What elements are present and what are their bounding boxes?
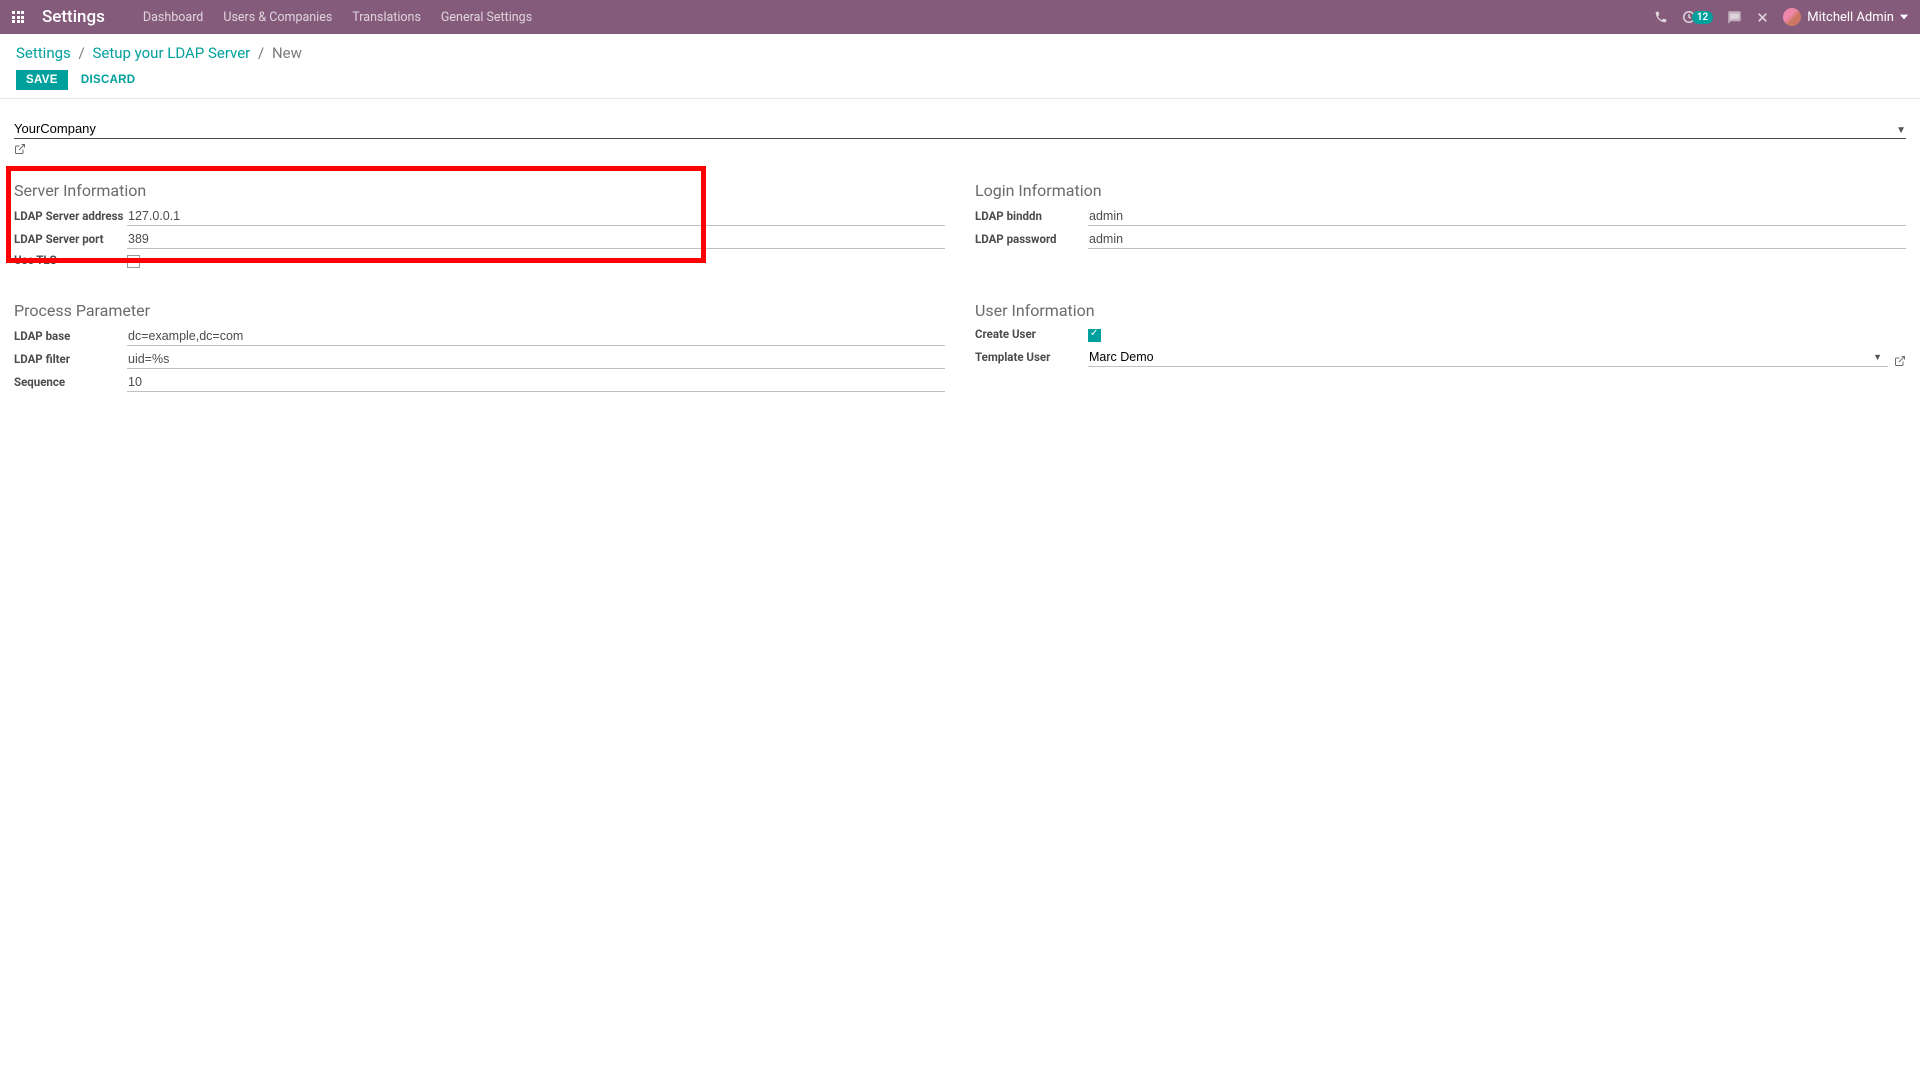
nav-links: Dashboard Users & Companies Translations… [133, 2, 542, 33]
ldap-base-label: LDAP base [14, 329, 127, 346]
control-panel: Settings / Setup your LDAP Server / New … [0, 34, 1920, 99]
ldap-password-input[interactable] [1088, 230, 1906, 249]
ldap-filter-input[interactable] [127, 350, 945, 369]
breadcrumb-parent[interactable]: Setup your LDAP Server [92, 44, 250, 62]
ldap-address-input[interactable] [127, 207, 945, 226]
avatar [1783, 8, 1801, 26]
nav-users-companies[interactable]: Users & Companies [213, 2, 342, 33]
create-user-checkbox[interactable] [1088, 329, 1101, 342]
nav-general-settings[interactable]: General Settings [431, 2, 542, 33]
company-input[interactable] [14, 119, 1890, 139]
sequence-input[interactable] [127, 373, 945, 392]
breadcrumb: Settings / Setup your LDAP Server / New [16, 44, 1904, 62]
messages-icon[interactable] [1727, 10, 1742, 25]
create-user-label: Create User [975, 327, 1088, 344]
login-information-group: Login Information LDAP binddn LDAP passw… [975, 177, 1906, 273]
nav-translations[interactable]: Translations [342, 2, 431, 33]
ldap-address-label: LDAP Server address [14, 209, 127, 226]
template-user-caret[interactable]: ▼ [1867, 352, 1888, 367]
phone-icon[interactable] [1654, 10, 1668, 24]
discard-button[interactable]: Discard [71, 70, 146, 90]
nav-dashboard[interactable]: Dashboard [133, 2, 213, 33]
breadcrumb-root[interactable]: Settings [16, 44, 71, 62]
template-user-input[interactable] [1088, 348, 1867, 367]
user-information-group: User Information Create User Template Us… [975, 297, 1906, 395]
breadcrumb-current: New [272, 44, 302, 62]
ldap-binddn-input[interactable] [1088, 207, 1906, 226]
ldap-port-label: LDAP Server port [14, 232, 127, 249]
save-button[interactable]: Save [16, 70, 68, 90]
chevron-down-icon [1900, 13, 1908, 21]
user-name: Mitchell Admin [1807, 10, 1894, 25]
server-information-group: Server Information LDAP Server address L… [14, 177, 945, 273]
process-parameter-group: Process Parameter LDAP base LDAP filter … [14, 297, 945, 395]
apps-menu-icon[interactable] [12, 11, 24, 23]
server-info-title: Server Information [14, 177, 945, 200]
ldap-filter-label: LDAP filter [14, 352, 127, 369]
company-dropdown-caret[interactable]: ▼ [1890, 125, 1906, 139]
top-navbar: Settings Dashboard Users & Companies Tra… [0, 0, 1920, 34]
template-user-external-link-icon[interactable] [1888, 355, 1906, 367]
use-tls-label: Use TLS [14, 253, 127, 270]
form-sheet: ▼ Server Information LDAP Server address… [0, 99, 1920, 435]
ldap-binddn-label: LDAP binddn [975, 209, 1088, 226]
template-user-label: Template User [975, 350, 1088, 367]
close-icon[interactable] [1756, 11, 1769, 24]
login-info-title: Login Information [975, 177, 1906, 200]
use-tls-checkbox[interactable] [127, 255, 140, 268]
process-title: Process Parameter [14, 297, 945, 320]
ldap-port-input[interactable] [127, 230, 945, 249]
sequence-label: Sequence [14, 375, 127, 392]
activities-icon[interactable]: 12 [1682, 10, 1713, 24]
activities-badge: 12 [1692, 11, 1713, 24]
app-title: Settings [42, 7, 105, 27]
navbar-right: 12 Mitchell Admin [1654, 8, 1908, 26]
user-menu[interactable]: Mitchell Admin [1783, 8, 1908, 26]
ldap-base-input[interactable] [127, 327, 945, 346]
ldap-password-label: LDAP password [975, 232, 1088, 249]
user-info-title: User Information [975, 297, 1906, 320]
company-external-link-icon[interactable] [14, 143, 26, 155]
